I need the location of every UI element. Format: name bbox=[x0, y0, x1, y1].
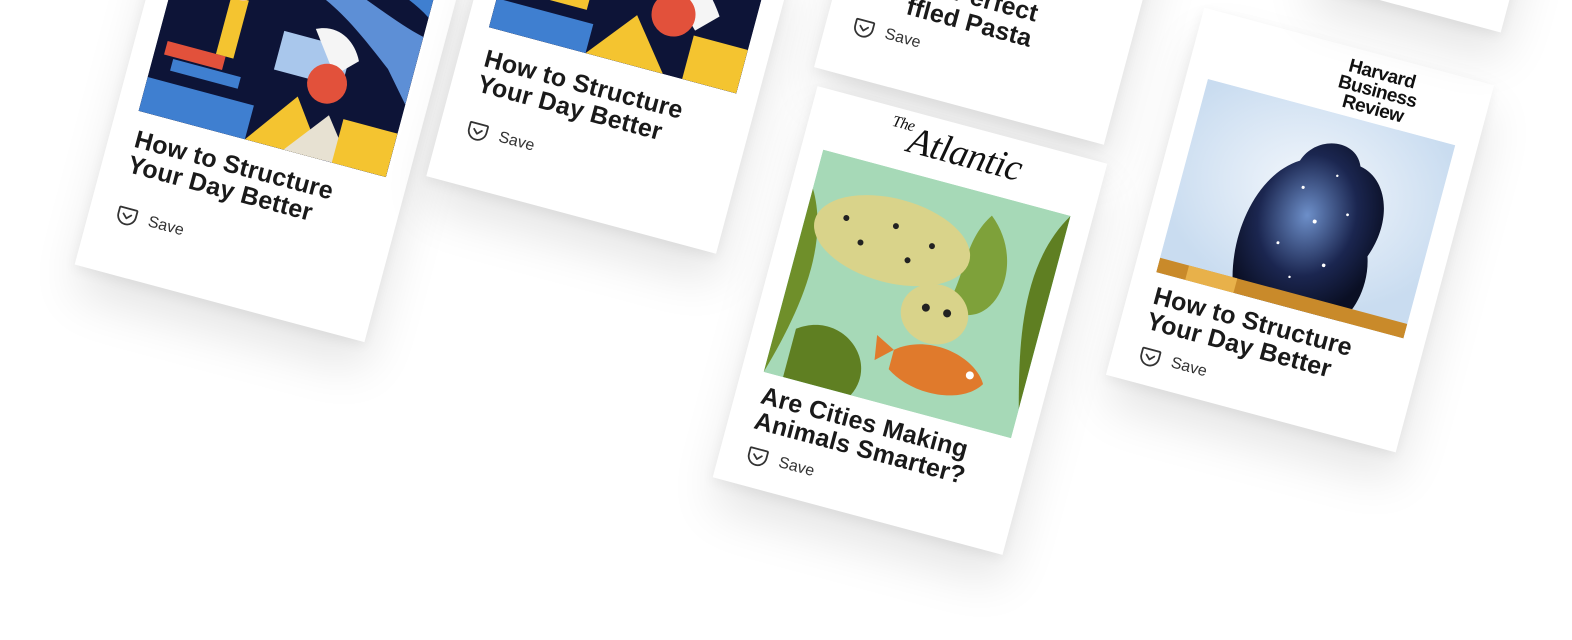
article-card-structure-day-1[interactable]: How to Structure Your Day Better Save bbox=[74, 0, 466, 343]
pocket-save-icon bbox=[743, 442, 772, 471]
save-button[interactable]: Save bbox=[112, 202, 186, 243]
article-card-cities-animals[interactable]: TheAtlantic Are Cities Making Animals Sm… bbox=[712, 86, 1108, 555]
article-card-structure-day-2[interactable]: How to Structure Your Day Better Save bbox=[426, 0, 794, 254]
save-label: Save bbox=[776, 454, 817, 481]
save-label: Save bbox=[496, 128, 537, 155]
save-label: Save bbox=[1169, 354, 1209, 381]
pocket-save-icon bbox=[463, 117, 492, 146]
article-card-structure-day-hbr[interactable]: Harvard Business Review How to Structure… bbox=[1105, 7, 1495, 453]
pocket-save-icon bbox=[1135, 343, 1164, 372]
pocket-save-icon bbox=[849, 14, 878, 43]
save-button[interactable]: Save bbox=[1135, 343, 1209, 384]
pocket-save-icon bbox=[112, 202, 141, 231]
save-label: Save bbox=[882, 25, 923, 52]
article-card-partial[interactable] bbox=[1307, 0, 1553, 33]
save-label: Save bbox=[146, 213, 186, 240]
save-button[interactable]: Save bbox=[463, 117, 537, 158]
